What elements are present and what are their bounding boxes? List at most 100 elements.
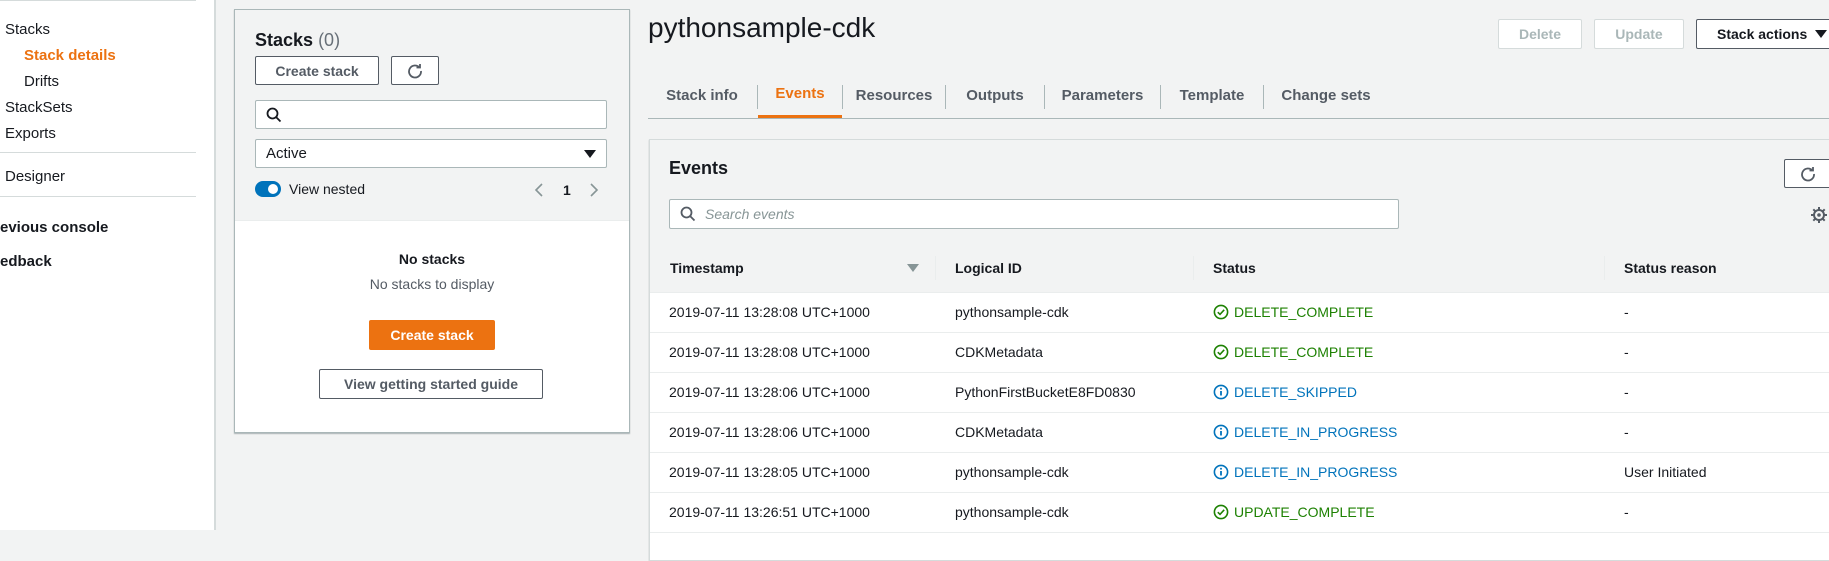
refresh-icon: [1801, 166, 1815, 181]
cell-logical-id: CDKMetadata: [955, 424, 1043, 440]
nav-link-stacks[interactable]: Stacks: [5, 21, 50, 38]
cell-status-reason: -: [1624, 384, 1629, 400]
nav-divider: [0, 196, 196, 197]
stacks-search-input[interactable]: [255, 100, 607, 129]
cell-timestamp: 2019-07-11 13:28:06 UTC+1000: [669, 424, 870, 440]
tab-parameters[interactable]: Parameters: [1045, 72, 1160, 118]
caret-down-icon: [584, 150, 596, 158]
cell-logical-id: pythonsample-cdk: [955, 464, 1069, 480]
nav-link-exports[interactable]: Exports: [5, 125, 56, 142]
stacks-count: (0): [318, 30, 341, 50]
tab-change-sets[interactable]: Change sets: [1264, 72, 1388, 118]
info-icon: [1213, 424, 1229, 440]
view-nested-toggle[interactable]: [255, 181, 281, 197]
status-text: DELETE_COMPLETE: [1234, 304, 1374, 320]
stacks-title-text: Stacks: [255, 30, 314, 50]
cell-status: DELETE_COMPLETE: [1213, 332, 1373, 372]
empty-state-description: No stacks to display: [369, 276, 495, 292]
tab-outputs[interactable]: Outputs: [946, 72, 1044, 118]
events-container: Events Search events Timestamp Logical I…: [649, 139, 1829, 561]
nav-link-drifts[interactable]: Drifts: [24, 73, 59, 90]
column-header-timestamp[interactable]: Timestamp: [670, 244, 900, 292]
nav-link-stacksets[interactable]: StackSets: [5, 99, 73, 116]
success-check-icon: [1213, 504, 1229, 520]
tab-resources[interactable]: Resources: [843, 72, 945, 118]
tab-events[interactable]: Events: [758, 72, 842, 118]
column-divider: [1193, 256, 1194, 280]
stack-status-filter-value: Active: [266, 145, 307, 162]
cell-status: DELETE_IN_PROGRESS: [1213, 412, 1397, 452]
status-text: DELETE_IN_PROGRESS: [1234, 464, 1398, 480]
stack-actions-button[interactable]: Stack actions: [1696, 19, 1829, 49]
side-navigation: Stacks Stack details Drifts StackSets Ex…: [0, 0, 216, 530]
cell-logical-id: pythonsample-cdk: [955, 504, 1069, 520]
column-header-status-reason[interactable]: Status reason: [1624, 244, 1717, 292]
chevron-right-icon[interactable]: [589, 182, 599, 198]
settings-gear-icon[interactable]: [1810, 206, 1828, 224]
stack-status-filter[interactable]: Active: [255, 139, 607, 168]
success-check-icon: [1213, 304, 1229, 320]
column-header-timestamp-label: Timestamp: [670, 260, 744, 276]
search-icon: [680, 206, 696, 222]
refresh-icon: [408, 63, 422, 78]
table-row: 2019-07-11 13:28:06 UTC+1000 CDKMetadata D…: [650, 412, 1829, 453]
caret-down-icon: [1815, 29, 1828, 38]
cell-logical-id: pythonsample-cdk: [955, 304, 1069, 320]
cell-status-reason: -: [1624, 424, 1629, 440]
view-nested-label: View nested: [289, 181, 366, 197]
table-row: 2019-07-11 13:28:08 UTC+1000 pythonsample…: [650, 292, 1829, 333]
cell-logical-id: CDKMetadata: [955, 344, 1043, 360]
nav-link-previous-console[interactable]: evious console: [0, 219, 108, 236]
nav-link-designer[interactable]: Designer: [5, 168, 65, 185]
table-row: 2019-07-11 13:28:06 UTC+1000 PythonFirstB…: [650, 372, 1829, 413]
table-row: 2019-07-11 13:26:51 UTC+1000 pythonsample…: [650, 492, 1829, 533]
update-button[interactable]: Update: [1594, 19, 1684, 49]
events-header: [650, 140, 1829, 245]
create-stack-primary-button[interactable]: Create stack: [369, 320, 495, 350]
refresh-stacks-button[interactable]: [391, 56, 439, 85]
status-text: DELETE_COMPLETE: [1234, 344, 1374, 360]
create-stack-button[interactable]: Create stack: [255, 56, 379, 85]
cell-timestamp: 2019-07-11 13:26:51 UTC+1000: [669, 504, 870, 520]
status-text: UPDATE_COMPLETE: [1234, 504, 1375, 520]
tab-template[interactable]: Template: [1161, 72, 1263, 118]
table-row: 2019-07-11 13:28:05 UTC+1000 pythonsample…: [650, 452, 1829, 493]
nav-link-feedback[interactable]: edback: [0, 253, 52, 270]
refresh-events-button[interactable]: [1784, 159, 1829, 188]
sort-descending-icon[interactable]: [907, 264, 919, 273]
cell-status: DELETE_COMPLETE: [1213, 292, 1373, 332]
column-header-status[interactable]: Status: [1213, 244, 1256, 292]
cell-status: DELETE_SKIPPED: [1213, 372, 1357, 412]
cell-timestamp: 2019-07-11 13:28:05 UTC+1000: [669, 464, 870, 480]
nav-link-stack-details[interactable]: Stack details: [24, 47, 116, 64]
search-icon: [266, 107, 282, 123]
status-text: DELETE_SKIPPED: [1234, 384, 1357, 400]
cell-status-reason: -: [1624, 504, 1629, 520]
tab-stack-info[interactable]: Stack info: [648, 72, 756, 118]
events-search-input[interactable]: Search events: [669, 199, 1399, 229]
stacks-panel-title: Stacks (0): [255, 30, 340, 51]
delete-button[interactable]: Delete: [1498, 19, 1582, 49]
table-row: 2019-07-11 13:28:08 UTC+1000 CDKMetadata D…: [650, 332, 1829, 373]
stacks-panel: Stacks (0) Create stack Active View nest…: [234, 9, 630, 433]
stack-name-title: pythonsample-cdk: [648, 12, 876, 43]
info-icon: [1213, 384, 1229, 400]
chevron-left-icon[interactable]: [534, 182, 544, 198]
cell-timestamp: 2019-07-11 13:28:08 UTC+1000: [669, 344, 870, 360]
nav-divider: [0, 152, 196, 153]
stack-actions-label: Stack actions: [1717, 26, 1808, 42]
column-header-logical-id[interactable]: Logical ID: [955, 244, 1022, 292]
cell-timestamp: 2019-07-11 13:28:08 UTC+1000: [669, 304, 870, 320]
page-number[interactable]: 1: [563, 182, 571, 198]
nav-divider: [0, 0, 196, 1]
status-text: DELETE_IN_PROGRESS: [1234, 424, 1398, 440]
cell-status-reason: -: [1624, 304, 1629, 320]
stack-detail-tabs: Stack info Events Resources Outputs Para…: [648, 72, 1829, 119]
cell-logical-id: PythonFirstBucketE8FD0830: [955, 384, 1136, 400]
cell-status: DELETE_IN_PROGRESS: [1213, 452, 1397, 492]
cell-status-reason: User Initiated: [1624, 464, 1707, 480]
cell-status-reason: -: [1624, 344, 1629, 360]
cell-status: UPDATE_COMPLETE: [1213, 492, 1375, 532]
info-icon: [1213, 464, 1229, 480]
view-getting-started-guide-button[interactable]: View getting started guide: [319, 369, 543, 399]
